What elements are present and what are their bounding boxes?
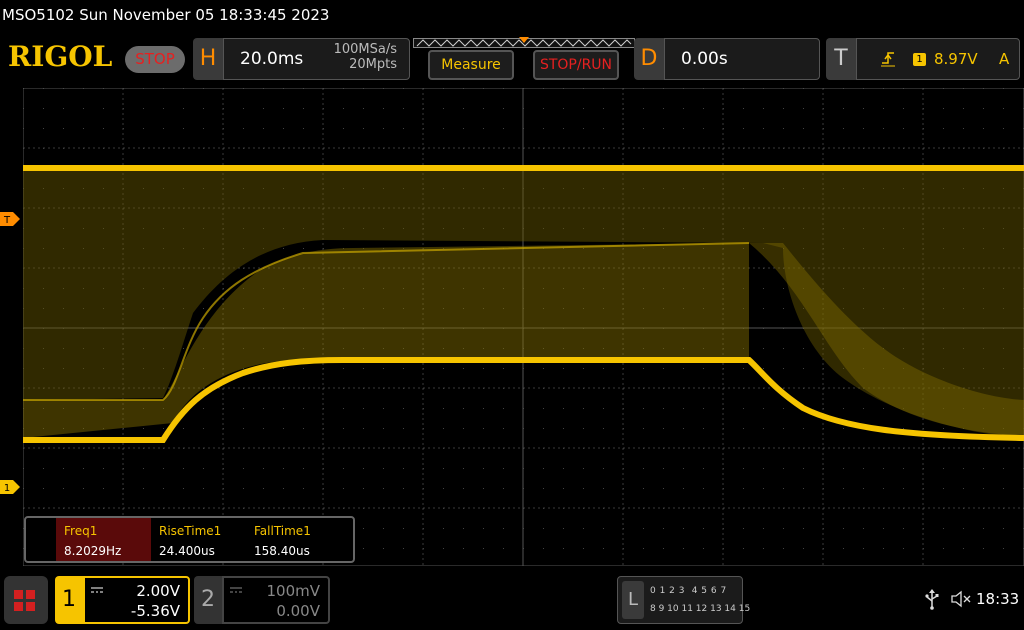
digital-channels-row2: 8 9 10 11 12 13 14 15 [650,604,751,614]
ch1-settings[interactable]: 2.00V -5.36V [83,576,190,624]
window-title: MSO5102 Sun November 05 18:33:45 2023 [2,6,330,24]
measurement-name: FallTime1 [254,524,311,538]
top-toolbar: RIGOL STOP H 20.0ms 100MSa/s 20Mpts Meas… [0,34,1024,84]
menu-grid-icon [14,590,36,612]
usb-icon [925,589,939,610]
logic-analyzer-panel[interactable]: L 0 1 2 3 4 5 6 7 8 9 10 11 12 13 14 15 [617,576,750,624]
measurement-risetime[interactable]: RiseTime1 24.400us [151,518,246,561]
ch1-ground-marker-label: 1 [4,483,10,494]
dc-coupling-icon [91,587,103,593]
ch2-settings[interactable]: 100mV 0.00V [222,576,330,624]
delay-settings[interactable]: 0.00s [664,38,820,80]
system-clock: 18:33 [976,590,1020,608]
sample-rate: 100MSa/s [333,42,397,57]
memory-depth: 20Mpts [349,57,397,72]
timebase-value: 20.0ms [240,49,304,69]
measurement-freq[interactable]: Freq1 8.2029Hz [56,518,151,561]
bottom-status-bar: 1 2.00V -5.36V 2 100mV 0.00V L 0 1 2 3 4… [0,570,1024,630]
ch2-scale: 100mV [266,582,320,600]
waveform-display[interactable] [23,88,1024,566]
measure-button[interactable]: Measure [428,50,514,80]
dc-coupling-icon [230,587,242,593]
trigger-level: 8.97V [934,50,978,68]
trigger-level-marker-label: T [3,215,11,226]
ch1-offset: -5.36V [130,602,180,620]
title-bar: MSO5102 Sun November 05 18:33:45 2023 [0,0,1024,32]
measurement-falltime[interactable]: FallTime1 158.40us [246,518,341,561]
horizontal-settings[interactable]: 20.0ms 100MSa/s 20Mpts [223,38,410,80]
run-state-badge[interactable]: STOP [125,46,185,73]
ch2-offset: 0.00V [276,602,320,620]
ch2-button[interactable]: 2 [194,576,222,624]
rigol-logo: RIGOL [8,40,113,73]
trigger-mode: A [999,50,1010,68]
measurement-name: RiseTime1 [159,524,222,538]
rising-edge-icon [881,52,895,67]
measurement-name: Freq1 [64,524,98,538]
acquisition-info: 100MSa/s 20Mpts [334,42,397,72]
measurement-value: 8.2029Hz [64,544,122,558]
trigger-settings[interactable]: 1 8.97V A [856,38,1020,80]
digital-channels-row1: 0 1 2 3 4 5 6 7 [650,586,727,596]
horizontal-menu-button[interactable]: H [193,38,223,80]
ch1-ground-marker[interactable]: 1 [0,480,20,494]
ch1-scale: 2.00V [136,582,180,600]
trigger-source: 1 [913,53,926,66]
trigger-menu-button[interactable]: T [826,38,856,80]
measurement-value: 24.400us [159,544,215,558]
ch1-button[interactable]: 1 [55,576,83,624]
delay-menu-button[interactable]: D [634,38,664,80]
measurement-panel[interactable]: Freq1 8.2029Hz RiseTime1 24.400us FallTi… [24,516,355,563]
delay-value: 0.00s [681,49,728,69]
trigger-level-marker[interactable]: T [0,212,20,226]
memory-position-indicator [413,37,635,48]
measurement-value: 158.40us [254,544,310,558]
main-menu-button[interactable] [4,576,48,624]
speaker-muted-icon[interactable] [951,590,971,608]
stop-run-button[interactable]: STOP/RUN [533,50,619,80]
logic-analyzer-button[interactable]: L [622,581,644,619]
